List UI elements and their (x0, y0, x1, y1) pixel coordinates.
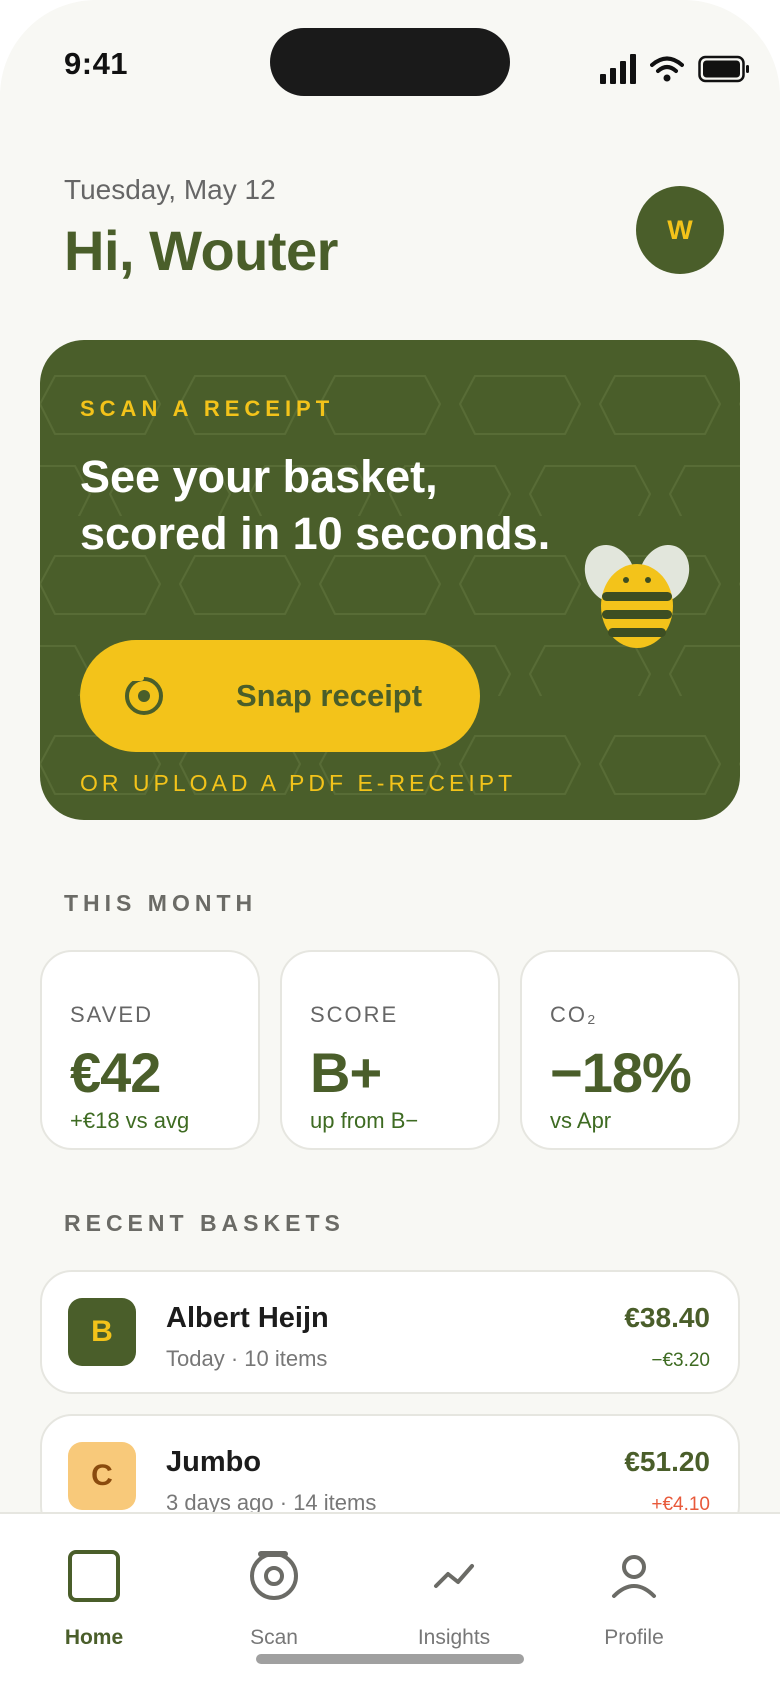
hero-title-line-1: See your basket, (80, 451, 438, 502)
tab-label: Insights (417, 1626, 491, 1649)
snap-receipt-button[interactable]: Snap receipt (80, 640, 480, 752)
tab-label: Scan (250, 1626, 298, 1649)
basket-store: Jumbo (166, 1446, 262, 1478)
basket-amount: €38.40 (624, 1302, 710, 1333)
dynamic-island (270, 28, 510, 96)
stat-card-saved[interactable]: SAVED €42 +€18 vs avg (40, 950, 260, 1150)
status-time: 9:41 (64, 46, 129, 81)
wifi-icon (650, 56, 684, 82)
tab-scan[interactable]: Scan (194, 1546, 354, 1656)
status-icons (600, 52, 750, 86)
avatar-initial: W (667, 214, 693, 245)
basket-store: Albert Heijn (166, 1302, 329, 1334)
basket-row-albert-heijn[interactable]: B Albert Heijn Today · 10 items €38.40 −… (40, 1270, 740, 1394)
stat-card-score[interactable]: SCORE B+ up from B− (280, 950, 500, 1150)
stat-sub: +€18 vs avg (70, 1108, 190, 1133)
upload-pdf-link[interactable]: OR UPLOAD A PDF E-RECEIPT (80, 770, 516, 797)
home-indicator (256, 1654, 524, 1664)
stat-label: SCORE (310, 1002, 399, 1027)
basket-amount: €51.20 (624, 1446, 710, 1477)
stat-label: CO₂ (550, 1002, 598, 1027)
basket-delta: −€3.20 (651, 1350, 710, 1371)
basket-meta: Today · 10 items (166, 1346, 328, 1371)
tab-profile[interactable]: Profile (554, 1546, 714, 1656)
tab-label: Profile (604, 1626, 664, 1649)
hero-title: See your basket, scored in 10 seconds. (80, 448, 600, 562)
avatar[interactable]: W (636, 186, 724, 274)
tab-insights[interactable]: Insights (374, 1546, 534, 1656)
stat-sub: up from B− (310, 1108, 419, 1133)
insights-icon (424, 1546, 484, 1606)
tab-bar: Home Scan Insights Profile (0, 1512, 780, 1688)
profile-icon (604, 1546, 664, 1606)
stat-value: −18% (550, 1041, 692, 1104)
stat-sub: vs Apr (550, 1108, 612, 1133)
tab-label: Home (64, 1626, 124, 1649)
scan-receipt-card: SCAN A RECEIPT See your basket, scored i… (40, 340, 740, 820)
scan-icon (244, 1546, 304, 1606)
this-month-heading: THIS MONTH (64, 890, 258, 916)
battery-icon (698, 55, 749, 83)
grade-badge: B (68, 1298, 136, 1366)
snap-receipt-label: Snap receipt (236, 678, 423, 713)
stat-value: B+ (310, 1041, 382, 1104)
date-label: Tuesday, May 12 (64, 174, 276, 205)
camera-icon (125, 675, 163, 715)
bee-icon (584, 544, 690, 648)
recent-baskets-heading: RECENT BASKETS (64, 1210, 345, 1236)
signal-icon (600, 54, 636, 84)
stat-label: SAVED (70, 1002, 153, 1027)
phone-screen: 9:41 Tuesday, May 12 Hi, Wouter W SCAN A… (0, 0, 780, 1688)
grade-badge: C (68, 1442, 136, 1510)
home-icon (64, 1546, 124, 1606)
greeting-title: Hi, Wouter (64, 219, 338, 282)
stat-value: €42 (70, 1041, 161, 1104)
hero-title-line-2: scored in 10 seconds. (80, 508, 551, 559)
tab-home[interactable]: Home (14, 1546, 174, 1656)
stat-card-co2[interactable]: CO₂ −18% vs Apr (520, 950, 740, 1150)
hero-eyebrow: SCAN A RECEIPT (80, 396, 335, 421)
